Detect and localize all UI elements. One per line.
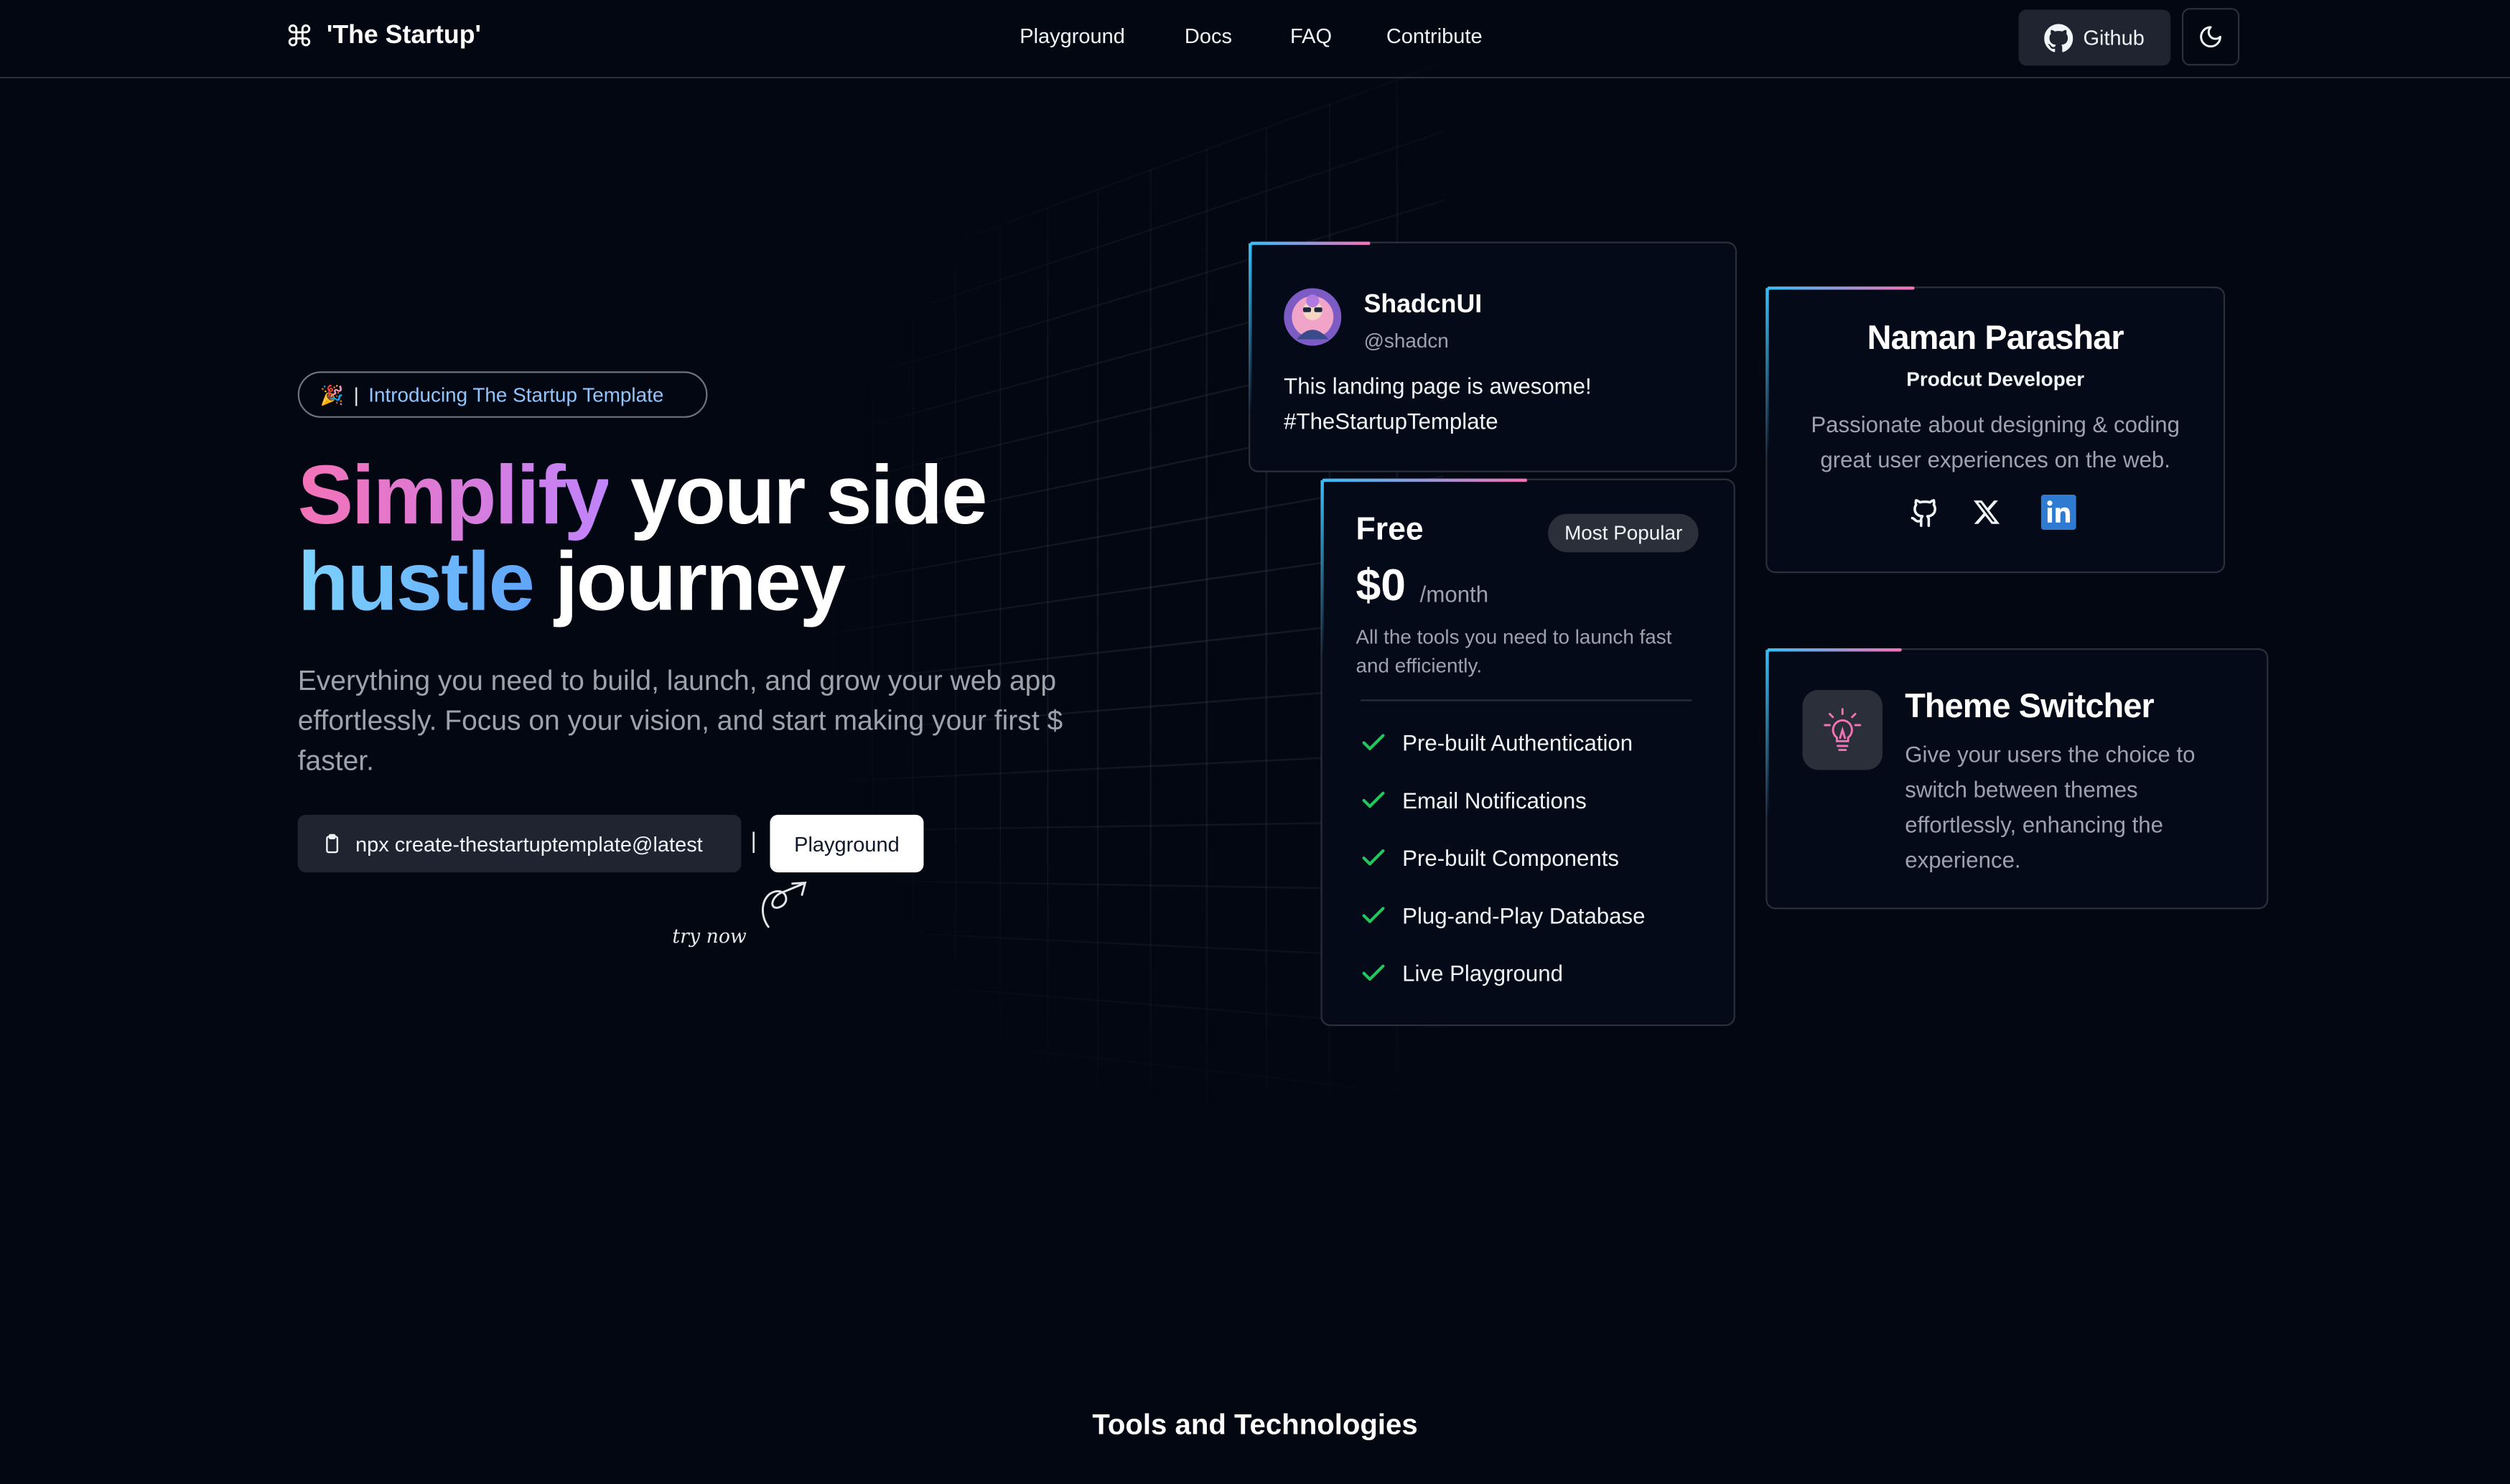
testimonial-card: ShadcnUI @shadcn This landing page is aw…: [1249, 242, 1737, 472]
check-icon: [1359, 786, 1388, 815]
brand-logo-link[interactable]: ⌘ 'The Startup': [285, 19, 481, 55]
profile-x-link[interactable]: [1967, 493, 2006, 532]
npx-command-text: npx create-thestartuptemplate@latest: [355, 831, 703, 855]
feature-item: Email Notifications: [1359, 786, 1587, 815]
github-button-label: Github: [2083, 26, 2144, 50]
check-icon: [1359, 901, 1388, 930]
badge-text: Introducing The Startup Template: [368, 383, 663, 406]
check-icon: [1359, 844, 1388, 872]
moon-icon: [2198, 24, 2224, 50]
theme-toggle-button[interactable]: [2182, 8, 2239, 65]
try-now-label: try now: [672, 925, 746, 948]
profile-name: Naman Parashar: [1767, 320, 2223, 359]
plan-price: $0: [1356, 560, 1405, 611]
copy-command-button[interactable]: npx create-thestartuptemplate@latest: [298, 815, 742, 872]
hero-headline: Simplify your side hustle journey: [298, 453, 1195, 626]
hero-subtext: Everything you need to build, launch, an…: [298, 661, 1098, 781]
nav-link-contribute[interactable]: Contribute: [1386, 24, 1483, 47]
curly-arrow-icon: [752, 879, 816, 936]
github-button[interactable]: Github: [2019, 9, 2171, 65]
feature-item: Plug-and-Play Database: [1359, 901, 1646, 930]
github-icon: [2045, 23, 2073, 52]
feature-item: Live Playground: [1359, 959, 1563, 988]
intro-badge[interactable]: 🎉 | Introducing The Startup Template: [298, 371, 708, 418]
command-icon: ⌘: [285, 19, 314, 55]
check-icon: [1359, 728, 1388, 757]
x-icon: [1972, 498, 2001, 526]
testimonial-line-1: This landing page is awesome!: [1284, 368, 1700, 403]
most-popular-badge: Most Popular: [1549, 514, 1699, 553]
nav-link-faq[interactable]: FAQ: [1290, 24, 1332, 47]
pricing-divider: [1361, 699, 1692, 701]
nav-link-docs[interactable]: Docs: [1185, 24, 1232, 47]
feature-title: Theme Switcher: [1905, 689, 2154, 727]
testimonial-hashtag: #TheStartupTemplate: [1284, 403, 1700, 439]
feature-label: Pre-built Components: [1402, 845, 1619, 871]
testimonial-author-handle: @shadcn: [1364, 330, 1449, 352]
feature-label: Plug-and-Play Database: [1402, 902, 1645, 928]
tools-section-title: Tools and Technologies: [0, 1409, 2510, 1442]
clipboard-icon: [322, 832, 342, 854]
badge-divider: |: [354, 383, 359, 406]
feature-item: Pre-built Authentication: [1359, 728, 1633, 757]
github-icon: [1909, 497, 1939, 527]
check-icon: [1359, 959, 1388, 988]
profile-github-link[interactable]: [1905, 493, 1944, 532]
headline-highlight-hustle: hustle: [298, 536, 533, 629]
theme-switcher-feature-card: Theme Switcher Give your users the choic…: [1765, 648, 2268, 909]
pricing-card: Free Most Popular $0 /month All the tool…: [1320, 479, 1735, 1027]
feature-description: Give your users the choice to switch bet…: [1905, 737, 2233, 877]
profile-bio: Passionate about designing & coding grea…: [1783, 406, 2208, 477]
testimonial-body: This landing page is awesome! #TheStartu…: [1284, 368, 1700, 439]
feature-label: Email Notifications: [1402, 788, 1587, 813]
profile-card: Naman Parashar Prodcut Developer Passion…: [1765, 286, 2225, 573]
linkedin-icon: [2041, 495, 2076, 530]
button-divider: |: [751, 828, 757, 854]
testimonial-author-name: ShadcnUI: [1364, 291, 1483, 320]
headline-highlight-simplify: Simplify: [298, 450, 609, 543]
feature-icon-box: [1803, 690, 1882, 770]
plan-period: /month: [1420, 581, 1488, 607]
lightbulb-icon: [1820, 706, 1865, 754]
profile-role: Prodcut Developer: [1767, 368, 2223, 391]
playground-button[interactable]: Playground: [770, 815, 923, 872]
headline-text-2: journey: [533, 536, 844, 629]
profile-linkedin-link[interactable]: [2040, 493, 2079, 532]
feature-item: Pre-built Components: [1359, 844, 1619, 872]
party-popper-icon: 🎉: [320, 383, 344, 406]
feature-label: Pre-built Authentication: [1402, 730, 1633, 756]
nav-link-playground[interactable]: Playground: [1020, 24, 1125, 47]
plan-name: Free: [1356, 512, 1423, 549]
landing-page: ⌘ 'The Startup' Playground Docs FAQ Cont…: [0, 0, 2510, 1484]
plan-description: All the tools you need to launch fast an…: [1356, 622, 1699, 680]
brand-name: 'The Startup': [327, 22, 481, 51]
feature-label: Live Playground: [1402, 961, 1563, 986]
avatar: [1284, 288, 1341, 345]
headline-text-1: your side: [609, 450, 986, 543]
navbar: ⌘ 'The Startup' Playground Docs FAQ Cont…: [0, 0, 2510, 78]
